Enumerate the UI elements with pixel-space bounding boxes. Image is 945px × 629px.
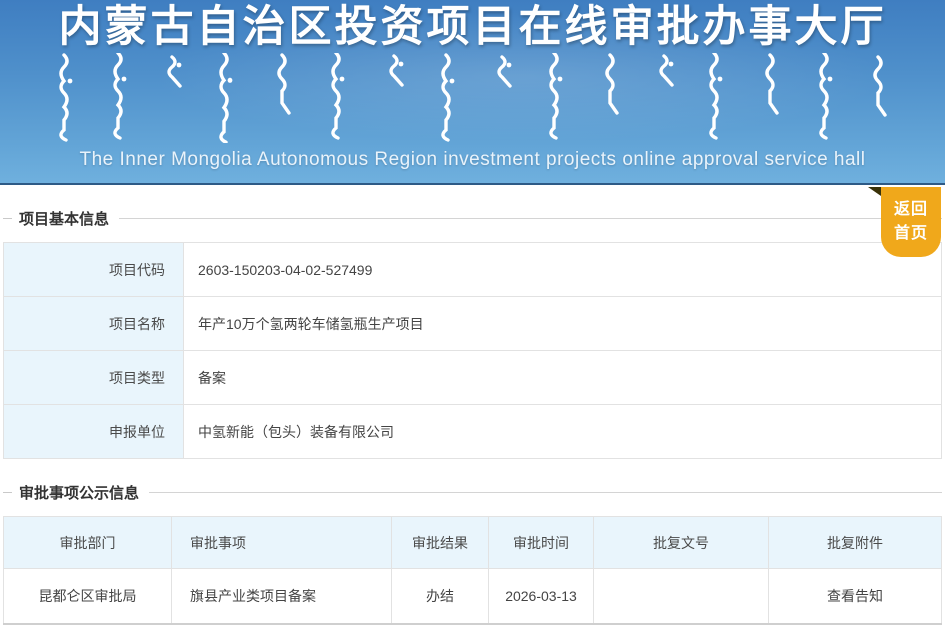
basic-info-table: 项目代码 2603-150203-04-02-527499 项目名称 年产10万… <box>3 242 942 459</box>
title-left-tick <box>3 492 12 493</box>
row-label: 项目类型 <box>3 350 184 405</box>
col-header-item: 审批事项 <box>171 516 392 569</box>
table-header-row: 审批部门 审批事项 审批结果 审批时间 批复文号 批复附件 <box>3 516 942 569</box>
row-label: 项目名称 <box>3 296 184 351</box>
site-header: 内蒙古自治区投资项目在线审批办事大厅 The Inner Mongolia Au… <box>0 0 945 185</box>
row-value: 2603-150203-04-02-527499 <box>183 242 942 297</box>
title-rule <box>119 218 942 219</box>
mongolian-script-banner <box>58 53 887 144</box>
approval-table: 审批部门 审批事项 审批结果 审批时间 批复文号 批复附件 昆都仑区审批局 旗县… <box>3 516 942 625</box>
table-row: 项目名称 年产10万个氢两轮车储氢瓶生产项目 <box>3 296 942 351</box>
col-header-doc-no: 批复文号 <box>593 516 769 569</box>
col-header-result: 审批结果 <box>391 516 489 569</box>
table-row: 项目代码 2603-150203-04-02-527499 <box>3 242 942 297</box>
title-rule <box>149 492 942 493</box>
cell-department: 昆都仑区审批局 <box>3 568 172 624</box>
site-subtitle-english: The Inner Mongolia Autonomous Region inv… <box>79 149 866 170</box>
cell-item: 旗县产业类项目备案 <box>171 568 392 624</box>
section-title-approval-info: 审批事项公示信息 <box>3 482 942 503</box>
table-row: 项目类型 备案 <box>3 350 942 405</box>
site-title-chinese: 内蒙古自治区投资项目在线审批办事大厅 <box>58 4 887 51</box>
row-value: 年产10万个氢两轮车储氢瓶生产项目 <box>183 296 942 351</box>
title-left-tick <box>3 218 12 219</box>
col-header-attachment: 批复附件 <box>768 516 942 569</box>
col-header-department: 审批部门 <box>3 516 172 569</box>
return-home-label-line1: 返回 <box>893 201 928 218</box>
return-home-button[interactable]: 返回 首页 <box>868 187 941 257</box>
ribbon-fold-icon <box>868 187 881 196</box>
table-row: 申报单位 中氢新能（包头）装备有限公司 <box>3 404 942 459</box>
cell-time: 2026-03-13 <box>488 568 594 624</box>
row-value: 备案 <box>183 350 942 405</box>
row-label: 项目代码 <box>3 242 184 297</box>
col-header-time: 审批时间 <box>488 516 594 569</box>
approval-info-title: 审批事项公示信息 <box>19 485 140 502</box>
cell-result: 办结 <box>391 568 489 624</box>
section-title-basic-info: 项目基本信息 <box>3 208 942 229</box>
table-row: 昆都仑区审批局 旗县产业类项目备案 办结 2026-03-13 查看告知 <box>3 568 942 624</box>
view-notice-link[interactable]: 查看告知 <box>768 568 942 624</box>
cell-doc-no <box>593 568 769 624</box>
row-label: 申报单位 <box>3 404 184 459</box>
main-content: 项目基本信息 项目代码 2603-150203-04-02-527499 项目名… <box>0 208 945 625</box>
basic-info-title: 项目基本信息 <box>19 211 110 228</box>
row-value: 中氢新能（包头）装备有限公司 <box>183 404 942 459</box>
return-home-label-line2: 首页 <box>893 225 928 242</box>
